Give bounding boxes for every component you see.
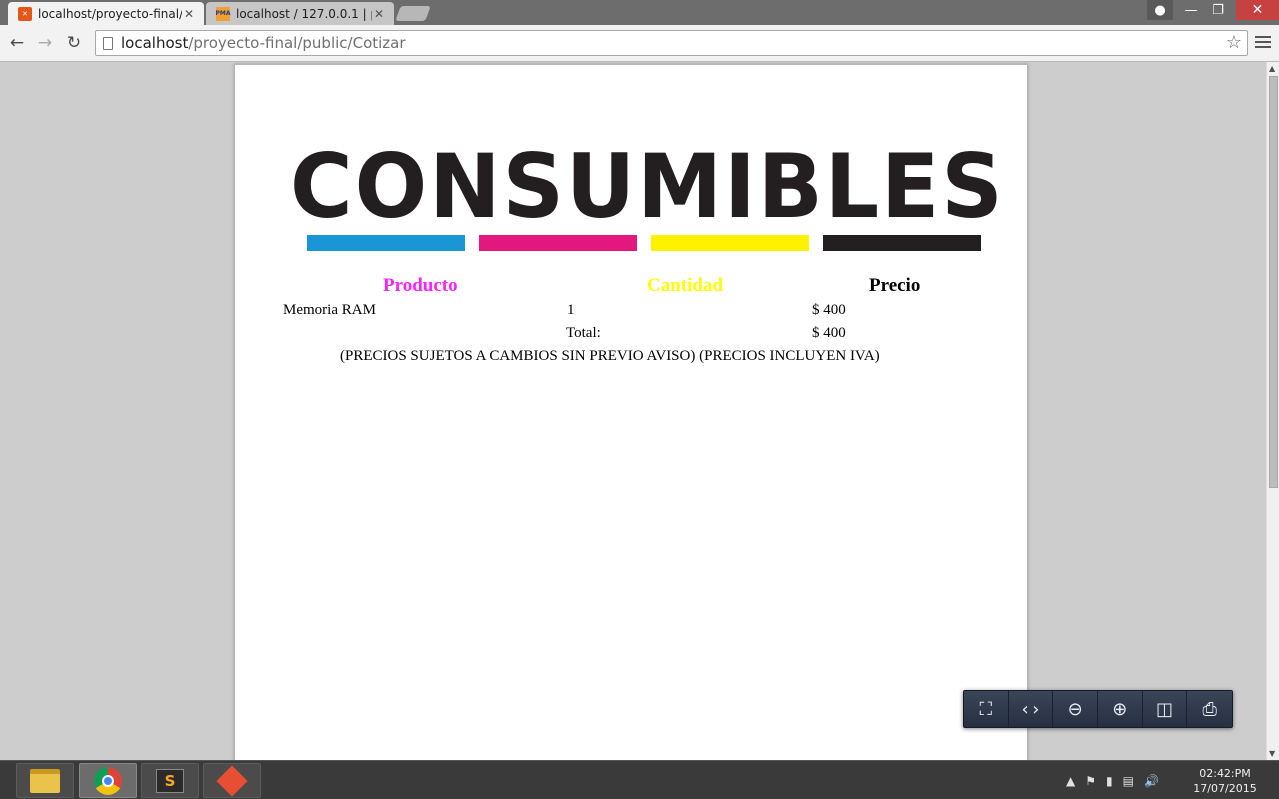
logo-bar-magenta	[479, 235, 637, 251]
pdf-viewport: CONSUMIBLES Producto Cantidad Precio Mem…	[0, 62, 1266, 760]
git-button[interactable]	[203, 763, 261, 798]
clock[interactable]: 02:42:PM 17/07/2015	[1188, 766, 1262, 796]
scroll-up-arrow-icon[interactable]: ▲	[1269, 64, 1275, 73]
cell-cantidad: 1	[567, 302, 575, 318]
xampp-icon: ✕	[18, 6, 32, 21]
save-icon[interactable]: ◫	[1142, 691, 1188, 727]
battery-icon[interactable]: ▮	[1106, 774, 1113, 788]
git-icon	[216, 764, 248, 797]
logo-text: CONSUMIBLES	[290, 135, 1005, 238]
folder-icon	[30, 768, 60, 793]
new-tab-button[interactable]	[395, 6, 431, 21]
close-icon[interactable]: ✕	[372, 7, 386, 21]
scroll-down-arrow-icon[interactable]: ▼	[1269, 749, 1275, 758]
total-value: $ 400	[812, 325, 846, 341]
scroll-thumb[interactable]	[1269, 76, 1278, 488]
close-window-button[interactable]: ✕	[1236, 0, 1279, 20]
browser-toolbar: ← → ↻ localhost/proyecto-final/public/Co…	[0, 25, 1279, 62]
header-precio: Precio	[869, 275, 921, 296]
url-host: localhost	[121, 34, 189, 52]
cell-precio: $ 400	[812, 302, 846, 318]
tab-phpmyadmin[interactable]: PMA localhost / 127.0.0.1 | php ✕	[206, 2, 394, 25]
disclaimer-text: (PRECIOS SUJETOS A CAMBIOS SIN PREVIO AV…	[340, 348, 880, 364]
minimize-button[interactable]: —	[1178, 0, 1204, 20]
tab-title: localhost / 127.0.0.1 | php	[236, 6, 372, 21]
fit-width-icon[interactable]: ‹ ›	[1008, 691, 1054, 727]
vertical-scrollbar[interactable]: ▲ ▼	[1266, 62, 1279, 760]
sublime-text-icon: S	[156, 768, 184, 793]
fit-page-icon[interactable]: ⛶	[964, 691, 1009, 727]
volume-icon[interactable]: 🔊	[1144, 774, 1159, 788]
cell-producto: Memoria RAM	[283, 302, 376, 318]
user-profile-icon[interactable]: ●	[1147, 0, 1173, 20]
pdf-page: CONSUMIBLES Producto Cantidad Precio Mem…	[234, 64, 1028, 760]
page-icon	[103, 36, 113, 50]
tab-title: localhost/proyecto-final/p	[38, 6, 182, 21]
close-icon[interactable]: ✕	[182, 7, 196, 21]
network-icon[interactable]: ▤	[1123, 774, 1134, 788]
phpmyadmin-icon: PMA	[216, 6, 231, 21]
zoom-out-icon[interactable]: ⊖	[1053, 691, 1099, 727]
header-cantidad: Cantidad	[647, 275, 724, 296]
chrome-icon	[94, 766, 122, 795]
clock-time: 02:42:PM	[1199, 767, 1251, 780]
windows-taskbar: S ▲ ⚑ ▮ ▤ 🔊 02:42:PM 17/07/2015	[0, 760, 1279, 799]
action-center-flag-icon[interactable]: ⚑	[1085, 774, 1096, 788]
tab-proyecto-final[interactable]: ✕ localhost/proyecto-final/p ✕	[8, 2, 204, 25]
total-label: Total:	[566, 325, 601, 341]
logo-bar-cyan	[307, 235, 465, 251]
address-bar[interactable]: localhost/proyecto-final/public/Cotizar …	[95, 30, 1248, 56]
header-producto: Producto	[383, 275, 458, 296]
reload-button[interactable]: ↻	[62, 31, 86, 55]
restore-button[interactable]: ❐	[1204, 0, 1232, 20]
tab-strip: ✕ localhost/proyecto-final/p ✕ PMA local…	[0, 0, 1279, 25]
file-explorer-button[interactable]	[16, 763, 74, 798]
system-tray: ▲ ⚑ ▮ ▤ 🔊	[1066, 771, 1159, 791]
logo-bar-black	[823, 235, 981, 251]
show-hidden-icons-icon[interactable]: ▲	[1066, 774, 1075, 788]
back-button[interactable]: ←	[5, 31, 29, 55]
print-icon[interactable]: ⎙	[1187, 691, 1233, 727]
zoom-in-icon[interactable]: ⊕	[1098, 691, 1143, 727]
sublime-text-button[interactable]: S	[141, 763, 199, 798]
url-path: /proyecto-final/public/Cotizar	[188, 34, 406, 52]
pdf-toolbar: ⛶ ‹ › ⊖ ⊕ ◫ ⎙	[963, 690, 1233, 728]
consumibles-logo: CONSUMIBLES	[290, 135, 1005, 251]
logo-bar-yellow	[651, 235, 809, 251]
chrome-menu-icon[interactable]	[1255, 33, 1271, 53]
clock-date: 17/07/2015	[1193, 782, 1257, 795]
forward-button[interactable]: →	[33, 31, 57, 55]
chrome-taskbar-button[interactable]	[79, 763, 137, 798]
bookmark-star-icon[interactable]: ☆	[1226, 32, 1242, 53]
